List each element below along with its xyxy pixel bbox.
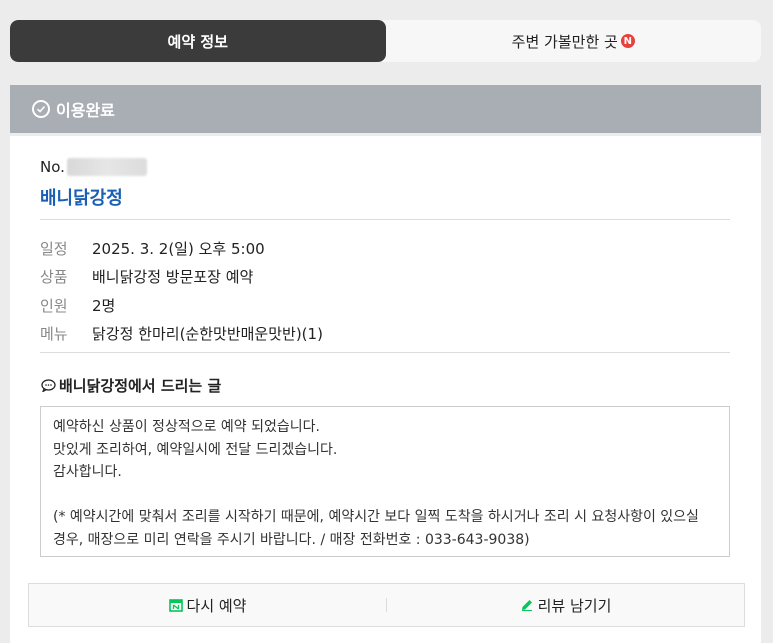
status-bar: 이용완료 <box>10 85 761 133</box>
calendar-icon <box>168 599 183 612</box>
action-bar: 다시 예약 리뷰 남기기 <box>28 583 745 627</box>
detail-label: 인원 <box>40 296 68 315</box>
detail-row-people: 인원 2명 <box>40 291 323 320</box>
divider <box>40 352 730 353</box>
detail-value: 닭강정 한마리(순한맛반매운맛반)(1) <box>92 325 323 344</box>
detail-label: 메뉴 <box>40 325 68 344</box>
reservation-details: 일정 2025. 3. 2(일) 오후 5:00 상품 배니닭강정 방문포장 예… <box>40 234 323 348</box>
new-badge: N <box>620 34 635 48</box>
tab-reservation-info-label: 예약 정보 <box>167 32 228 51</box>
detail-row-product: 상품 배니닭강정 방문포장 예약 <box>40 263 323 292</box>
message-line: 예약하신 상품이 정상적으로 예약 되었습니다. <box>53 419 320 435</box>
detail-value: 2025. 3. 2(일) 오후 5:00 <box>92 239 265 258</box>
reservation-card: No. 배니닭강정 일정 2025. 3. 2(일) 오후 5:00 상품 배니… <box>10 136 761 643</box>
rebook-button[interactable]: 다시 예약 <box>29 595 386 616</box>
shop-message-title: 배니닭강정에서 드리는 글 <box>41 375 221 396</box>
write-review-label: 리뷰 남기기 <box>537 596 612 615</box>
message-line: 맛있게 조리하여, 예약일시에 전달 드리겠습니다. <box>53 441 338 458</box>
tab-bar: 예약 정보 주변 가볼만한 곳 N <box>10 20 761 62</box>
rebook-label: 다시 예약 <box>186 596 247 615</box>
message-line <box>53 484 717 507</box>
status-label: 이용완료 <box>56 101 115 120</box>
tab-nearby-places[interactable]: 주변 가볼만한 곳 N <box>386 20 762 62</box>
reservation-number-redacted <box>66 158 147 176</box>
pencil-icon <box>521 600 532 611</box>
detail-row-menu: 메뉴 닭강정 한마리(순한맛반매운맛반)(1) <box>40 320 323 349</box>
detail-value: 2명 <box>92 296 116 315</box>
shop-message-title-text: 배니닭강정에서 드리는 글 <box>59 377 222 395</box>
speech-bubble-icon <box>41 379 56 392</box>
detail-label: 일정 <box>40 239 68 258</box>
check-circle-icon <box>32 100 50 118</box>
tab-reservation-info[interactable]: 예약 정보 <box>10 20 386 62</box>
tab-nearby-places-label: 주변 가볼만한 곳 <box>511 32 618 51</box>
detail-label: 상품 <box>40 268 68 287</box>
divider <box>40 219 730 220</box>
shop-name-link[interactable]: 배니닭강정 <box>40 184 123 210</box>
reservation-number-prefix: No. <box>40 158 65 176</box>
reservation-number: No. <box>40 158 147 176</box>
detail-row-schedule: 일정 2025. 3. 2(일) 오후 5:00 <box>40 234 323 263</box>
message-line: 경우, 매장으로 미리 연락을 주시기 바랍니다. / 매장 전화번호 : 03… <box>53 531 530 548</box>
message-line: (* 예약시간에 맞춰서 조리를 시작하기 때문에, 예약시간 보다 일찍 도착… <box>53 509 699 525</box>
shop-message-box: 예약하신 상품이 정상적으로 예약 되었습니다. 맛있게 조리하여, 예약일시에… <box>40 406 730 557</box>
detail-value: 배니닭강정 방문포장 예약 <box>92 268 254 287</box>
write-review-button[interactable]: 리뷰 남기기 <box>387 595 744 616</box>
message-line: 감사합니다. <box>53 464 122 480</box>
